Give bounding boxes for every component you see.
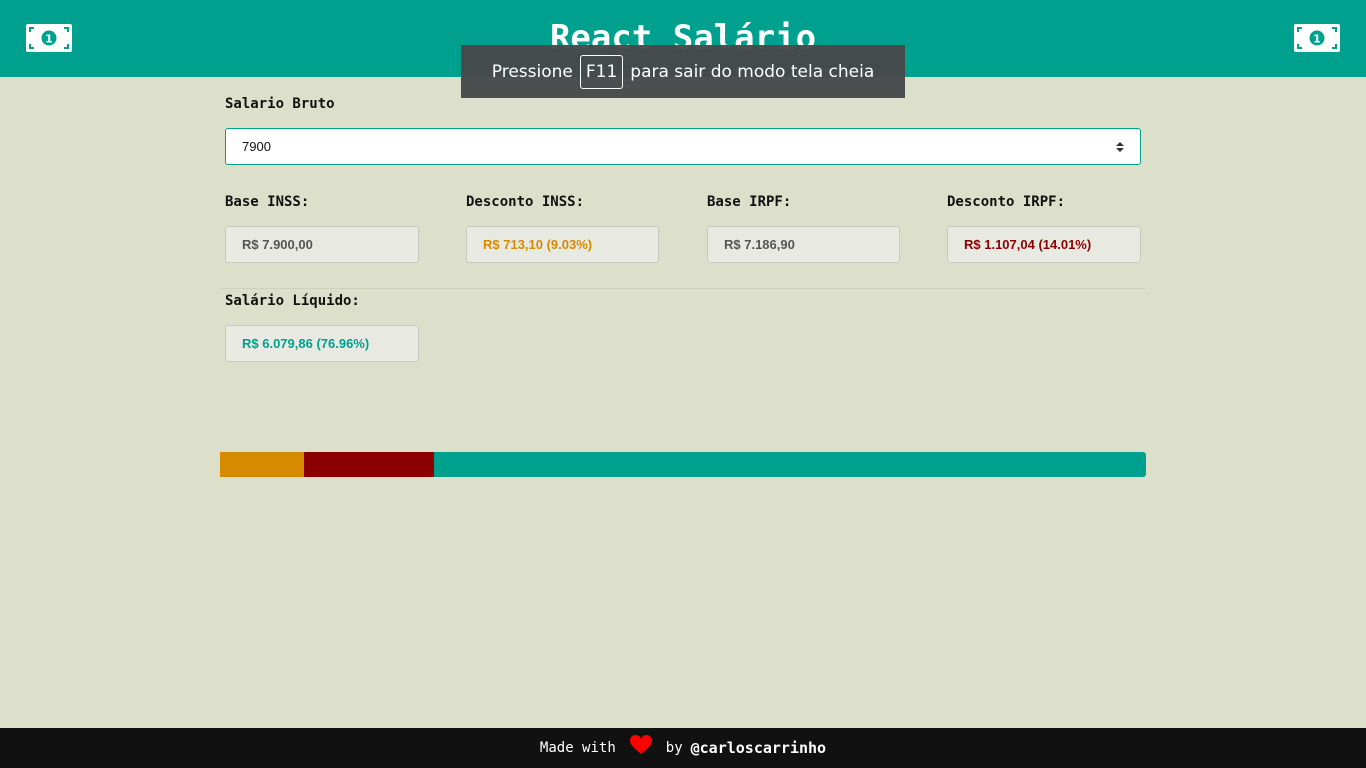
- base-irpf-field: R$ 7.186,90: [707, 226, 900, 263]
- desconto-irpf-label: Desconto IRPF:: [947, 194, 1066, 210]
- inss-bar-segment: [220, 452, 304, 477]
- desconto-irpf-field: R$ 1.107,04 (14.01%): [947, 226, 1141, 263]
- author-link[interactable]: @carloscarrinho: [691, 739, 826, 757]
- fullscreen-notice: Pressione F11 para sair do modo tela che…: [461, 45, 905, 98]
- heart-icon: [629, 735, 652, 754]
- base-inss-label: Base INSS:: [225, 194, 310, 210]
- money-bill-icon: 1: [1294, 24, 1340, 52]
- irpf-bar-segment: [304, 452, 434, 477]
- liquido-bar-segment: [434, 452, 1146, 477]
- base-irpf-label: Base IRPF:: [707, 194, 792, 210]
- number-spinner-icon[interactable]: [1114, 139, 1126, 155]
- base-inss-field: R$ 7.900,00: [225, 226, 419, 263]
- svg-text:1: 1: [1313, 33, 1321, 46]
- section-divider: [220, 288, 1146, 289]
- gross-salary-value: 7900: [242, 139, 271, 154]
- fullscreen-notice-prefix: Pressione: [491, 61, 573, 82]
- desconto-inss-label: Desconto INSS:: [466, 194, 585, 210]
- liquido-label: Salário Líquido:: [225, 293, 360, 309]
- f11-key-badge: F11: [579, 54, 624, 89]
- fullscreen-notice-suffix: para sair do modo tela cheia: [630, 61, 875, 82]
- desconto-inss-field: R$ 713,10 (9.03%): [466, 226, 659, 263]
- gross-salary-input[interactable]: 7900: [225, 128, 1141, 165]
- gross-salary-label: Salario Bruto: [225, 96, 335, 112]
- footer-by: by: [665, 740, 683, 756]
- footer-made-with: Made with: [539, 740, 616, 756]
- liquido-field: R$ 6.079,86 (76.96%): [225, 325, 419, 362]
- footer: Made with by @carloscarrinho: [0, 728, 1366, 768]
